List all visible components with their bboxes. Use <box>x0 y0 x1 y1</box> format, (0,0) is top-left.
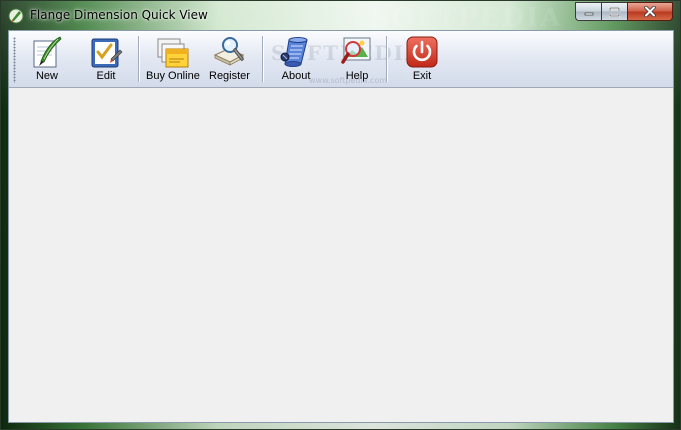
toolbar-separator <box>386 36 388 82</box>
edit-label: Edit <box>96 70 116 82</box>
title-watermark: SOFTPEDIA <box>371 3 563 33</box>
title-bar[interactable]: Flange Dimension Quick View SOFTPEDIA <box>1 1 680 33</box>
maximize-button[interactable] <box>601 2 627 21</box>
about-button[interactable]: About <box>279 35 313 85</box>
buy-online-icon <box>157 38 189 68</box>
app-window: Flange Dimension Quick View SOFTPEDIA ww… <box>0 0 681 430</box>
help-magnifier-icon <box>341 37 371 64</box>
help-label: Help <box>345 70 369 82</box>
new-button[interactable]: New <box>30 35 64 85</box>
register-button[interactable]: Register <box>209 35 250 85</box>
close-icon <box>644 6 656 17</box>
minimize-icon <box>584 12 593 15</box>
minimize-button[interactable] <box>575 2 601 21</box>
register-icon <box>214 37 245 66</box>
edit-check-icon <box>91 38 123 68</box>
close-button[interactable] <box>627 2 673 21</box>
toolbar: SOFTPEDIA www.softpedia.com New <box>9 31 673 88</box>
toolbar-separator <box>138 36 140 82</box>
about-scroll-icon <box>280 37 308 67</box>
power-exit-icon <box>406 36 438 68</box>
feather-pen-icon <box>33 36 62 68</box>
buy-online-label: Buy Online <box>146 70 200 82</box>
about-label: About <box>281 70 311 82</box>
exit-button[interactable]: Exit <box>405 35 439 85</box>
client-area: SOFTPEDIA www.softpedia.com New <box>8 30 674 423</box>
new-label: New <box>35 70 58 82</box>
window-title: Flange Dimension Quick View <box>30 8 208 22</box>
toolbar-grip[interactable] <box>13 37 16 83</box>
edit-button[interactable]: Edit <box>89 35 123 85</box>
buy-online-button[interactable]: Buy Online <box>146 35 200 85</box>
caption-buttons <box>575 2 673 21</box>
register-label: Register <box>209 70 250 82</box>
exit-label: Exit <box>412 70 432 82</box>
maximize-icon <box>609 6 620 17</box>
help-button[interactable]: Help <box>340 35 374 85</box>
app-icon <box>8 8 24 24</box>
toolbar-separator <box>262 36 264 82</box>
